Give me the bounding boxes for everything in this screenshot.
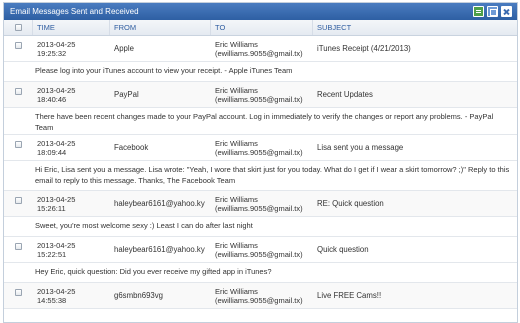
recipient-name: Eric Williams — [215, 138, 258, 148]
message-body: Sweet, you're most welcome sexy :) Least… — [4, 217, 517, 237]
message-body: Please log into your iTunes account to v… — [4, 62, 517, 82]
table-row[interactable]: 2013-04-25 14:55:38 g6smbn693vg Eric Wil… — [4, 283, 517, 309]
expand-icon[interactable] — [487, 6, 498, 17]
message-body: Hi Eric, Lisa sent you a message. Lisa w… — [4, 161, 517, 191]
message-timestamp: 2013-04-25 18:40:46 — [32, 82, 109, 107]
message-timestamp: 2013-04-25 19:25:32 — [32, 36, 109, 61]
panel-title: Email Messages Sent and Received — [10, 7, 139, 16]
recipient-name: Eric Williams — [215, 240, 258, 250]
message-date: 2013-04-25 — [37, 287, 76, 296]
header-checkbox-cell[interactable] — [4, 20, 32, 35]
message-timestamp: 2013-04-25 18:09:44 — [32, 135, 109, 160]
recipient-email: (ewilliams.9055@gmail.tx) — [215, 48, 303, 58]
row-checkbox-cell[interactable] — [4, 237, 32, 262]
message-body: There have been recent changes made to y… — [4, 108, 517, 135]
row-checkbox[interactable] — [14, 289, 22, 296]
export-icon[interactable] — [473, 6, 484, 17]
row-checkbox[interactable] — [14, 197, 22, 204]
column-header-subject[interactable]: SUBJECT — [312, 20, 517, 35]
message-date: 2013-04-25 — [37, 40, 76, 49]
message-time: 15:26:11 — [37, 204, 66, 213]
row-checkbox-cell[interactable] — [4, 135, 32, 160]
message-time: 19:25:32 — [37, 49, 67, 58]
message-body: Hey Eric, quick question: Did you ever r… — [4, 263, 517, 283]
row-checkbox[interactable] — [14, 42, 22, 49]
message-subject[interactable]: Quick question — [312, 237, 517, 262]
message-subject[interactable]: Lisa sent you a message — [312, 135, 517, 160]
row-checkbox-cell[interactable] — [4, 191, 32, 216]
row-checkbox-cell[interactable] — [4, 82, 32, 107]
message-date: 2013-04-25 — [37, 139, 76, 148]
message-to: Eric Williams (ewilliams.9055@gmail.tx) — [210, 191, 312, 216]
titlebar-icons — [473, 6, 512, 17]
message-to: Eric Williams (ewilliams.9055@gmail.tx) — [210, 283, 312, 308]
message-to: Eric Williams (ewilliams.9055@gmail.tx) — [210, 237, 312, 262]
column-header-from[interactable]: FROM — [109, 20, 210, 35]
message-time: 18:09:44 — [37, 148, 67, 157]
message-from: g6smbn693vg — [114, 290, 163, 300]
message-timestamp: 2013-04-25 14:55:38 — [32, 283, 109, 308]
recipient-email: (ewilliams.9055@gmail.tx) — [215, 147, 303, 157]
recipient-name: Eric Williams — [215, 39, 258, 49]
message-from: PayPal — [114, 89, 139, 99]
message-subject[interactable]: Recent Updates — [312, 82, 517, 107]
column-header-to[interactable]: TO — [210, 20, 312, 35]
row-checkbox-cell[interactable] — [4, 283, 32, 308]
close-icon[interactable] — [501, 6, 512, 17]
recipient-email: (ewilliams.9055@gmail.tx) — [215, 295, 303, 305]
message-from: haleybear6161@yahoo.ky — [114, 198, 205, 208]
table-header: TIME FROM TO SUBJECT — [4, 20, 517, 36]
message-date: 2013-04-25 — [37, 86, 76, 95]
row-checkbox[interactable] — [14, 243, 22, 250]
message-date: 2013-04-25 — [37, 195, 76, 204]
message-time: 15:22:51 — [37, 250, 67, 259]
message-timestamp: 2013-04-25 15:22:51 — [32, 237, 109, 262]
message-from: Apple — [114, 43, 134, 53]
message-timestamp: 2013-04-25 15:26:11 — [32, 191, 109, 216]
message-to: Eric Williams (ewilliams.9055@gmail.tx) — [210, 36, 312, 61]
recipient-email: (ewilliams.9055@gmail.tx) — [215, 203, 303, 213]
message-date: 2013-04-25 — [37, 241, 76, 250]
message-subject[interactable]: Live FREE Cams!! — [312, 283, 517, 308]
select-all-checkbox[interactable] — [14, 24, 22, 31]
recipient-email: (ewilliams.9055@gmail.tx) — [215, 249, 303, 259]
recipient-name: Eric Williams — [215, 286, 258, 296]
message-time: 18:40:46 — [37, 95, 67, 104]
panel-titlebar: Email Messages Sent and Received — [4, 3, 517, 20]
message-subject[interactable]: RE: Quick question — [312, 191, 517, 216]
column-header-time[interactable]: TIME — [32, 20, 109, 35]
message-subject[interactable]: iTunes Receipt (4/21/2013) — [312, 36, 517, 61]
row-checkbox[interactable] — [14, 88, 22, 95]
table-row[interactable]: 2013-04-25 15:22:51 haleybear6161@yahoo.… — [4, 237, 517, 263]
message-time: 14:55:38 — [37, 296, 67, 305]
row-checkbox-cell[interactable] — [4, 36, 32, 61]
table-row[interactable]: 2013-04-25 18:09:44 Facebook Eric Willia… — [4, 135, 517, 161]
table-row[interactable]: 2013-04-25 19:25:32 Apple Eric Williams … — [4, 36, 517, 62]
table-row[interactable]: 2013-04-25 18:40:46 PayPal Eric Williams… — [4, 82, 517, 108]
table-row[interactable]: 2013-04-25 15:26:11 haleybear6161@yahoo.… — [4, 191, 517, 217]
row-checkbox[interactable] — [14, 141, 22, 148]
message-from: Facebook — [114, 142, 149, 152]
recipient-email: (ewilliams.9055@gmail.tx) — [215, 94, 303, 104]
message-to: Eric Williams (ewilliams.9055@gmail.tx) — [210, 135, 312, 160]
email-messages-panel: Email Messages Sent and Received TIME FR… — [3, 2, 518, 323]
recipient-name: Eric Williams — [215, 85, 258, 95]
message-from: haleybear6161@yahoo.ky — [114, 244, 205, 254]
message-to: Eric Williams (ewilliams.9055@gmail.tx) — [210, 82, 312, 107]
recipient-name: Eric Williams — [215, 194, 258, 204]
